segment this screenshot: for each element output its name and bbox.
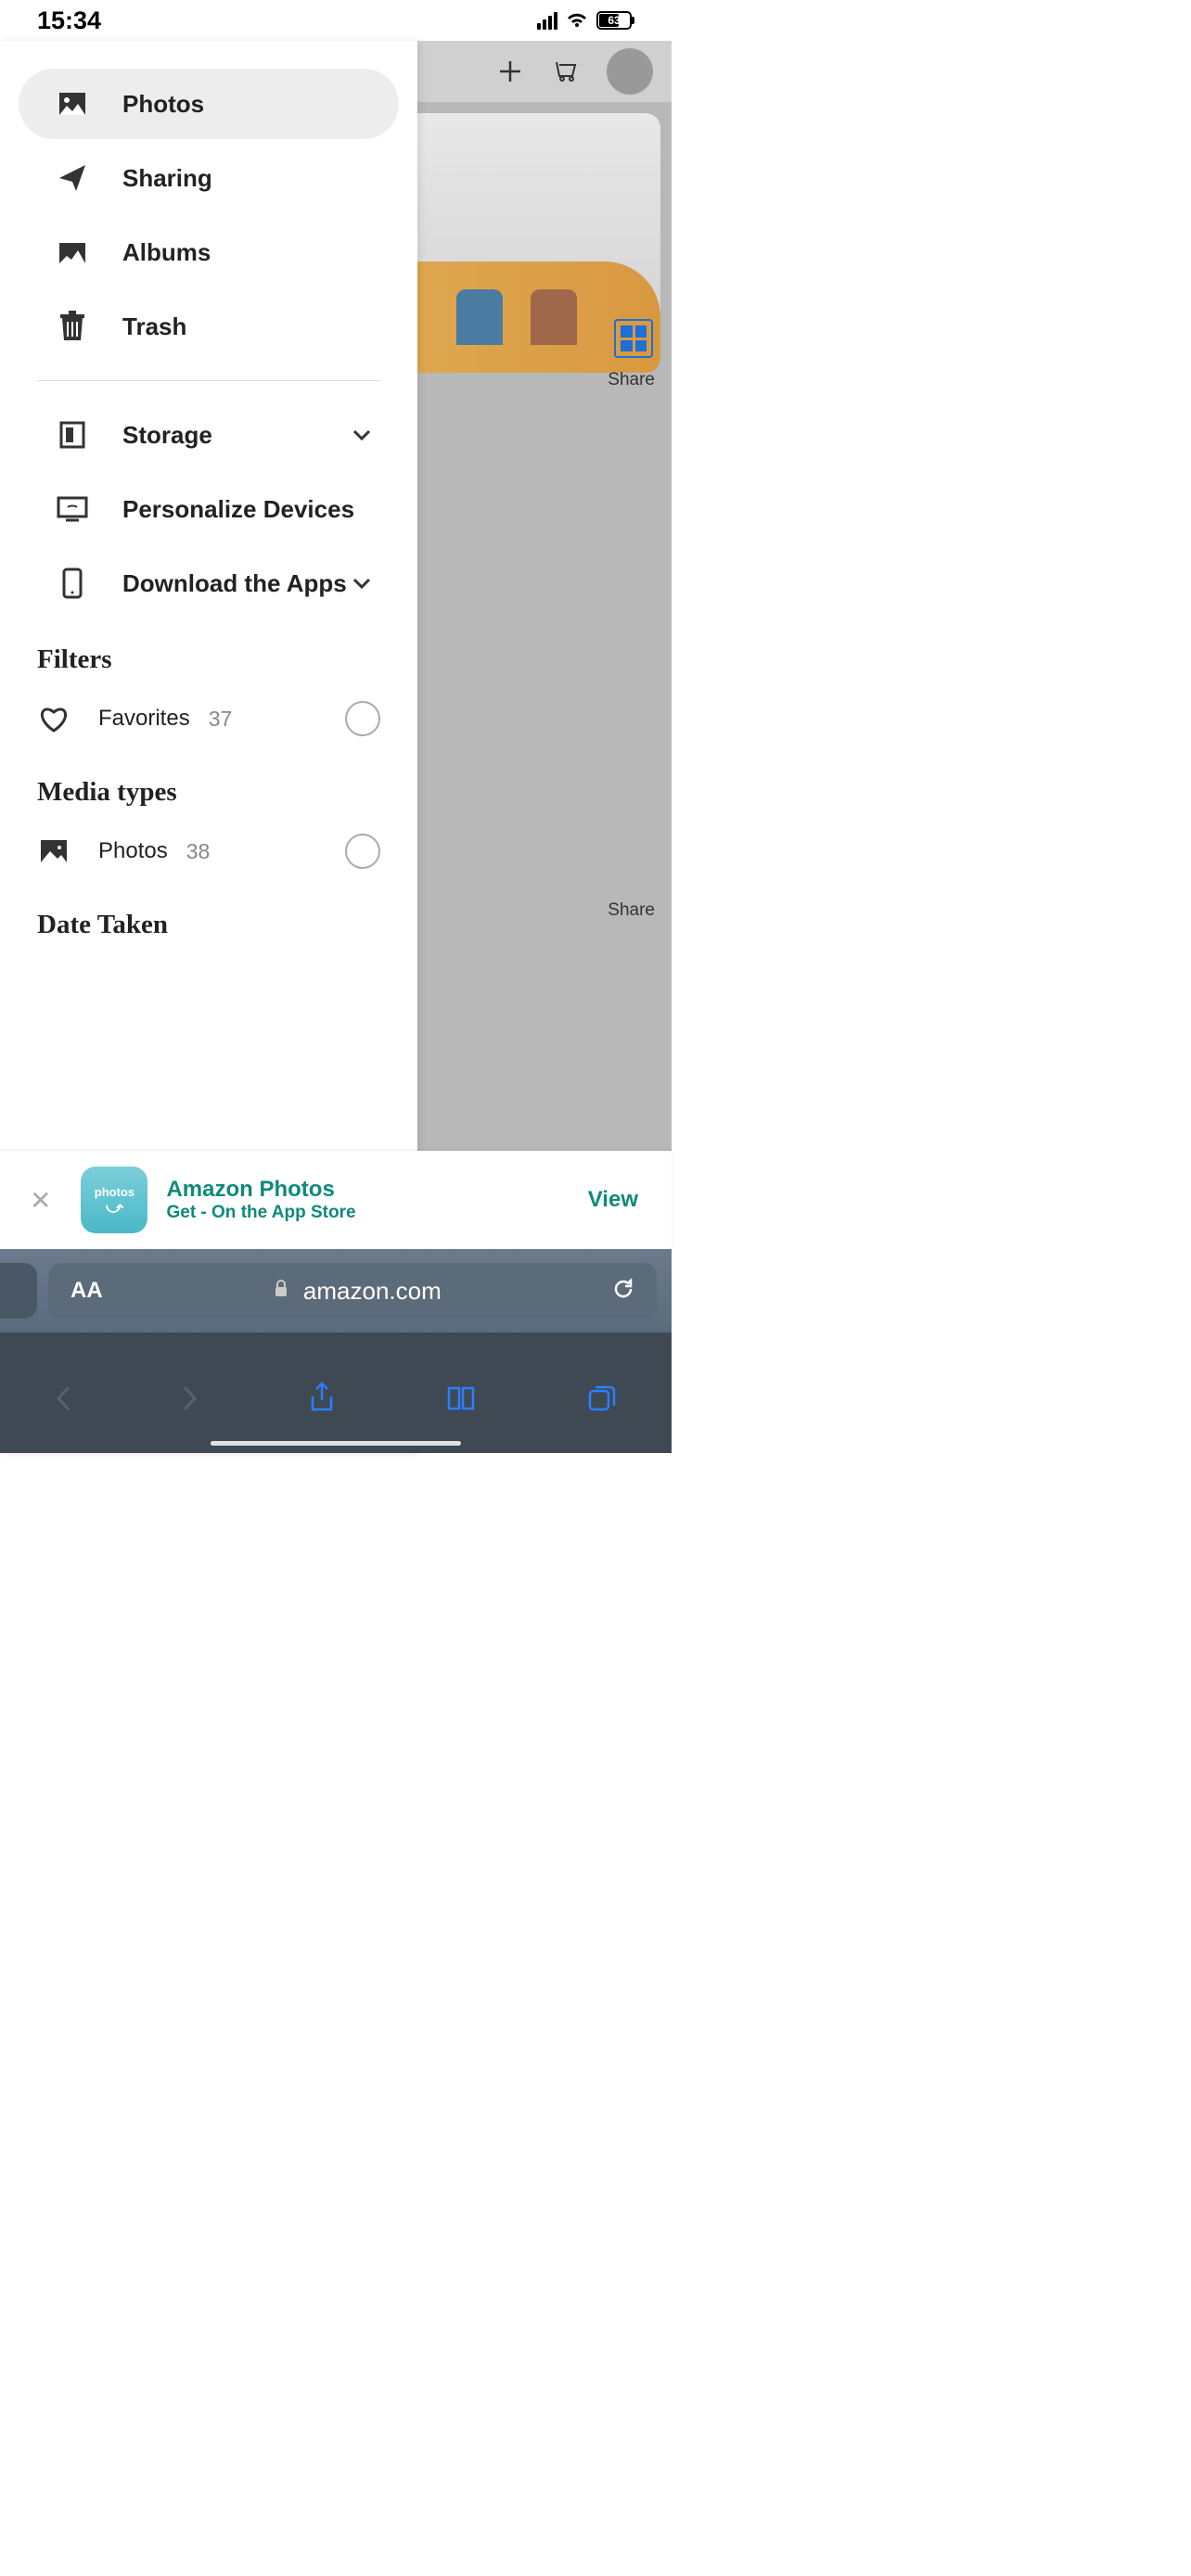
bg-share-label: Share: [608, 370, 655, 390]
plus-icon: [497, 58, 523, 84]
monitor-icon: [56, 492, 89, 526]
radio-unchecked[interactable]: [345, 834, 380, 869]
sidebar-label: Trash: [122, 312, 371, 341]
app-banner: ✕ photos ⤻ Amazon Photos Get - On the Ap…: [0, 1151, 672, 1249]
filter-label: Photos: [98, 838, 168, 864]
send-icon: [56, 161, 89, 195]
sidebar-item-storage[interactable]: Storage: [19, 400, 399, 470]
filters-heading: Filters: [0, 622, 417, 682]
chevron-down-icon: [352, 573, 371, 594]
status-bar: 15:34 63: [0, 0, 672, 41]
sidebar-item-sharing[interactable]: Sharing: [19, 143, 399, 213]
bg-share-label-2: Share: [608, 900, 655, 921]
cellular-signal-icon: [537, 12, 557, 30]
date-taken-heading: Date Taken: [0, 887, 417, 948]
status-time: 15:34: [37, 6, 101, 35]
trash-icon: [56, 310, 89, 343]
filter-label: Favorites: [98, 706, 190, 732]
sidebar-item-download[interactable]: Download the Apps: [19, 548, 399, 618]
back-icon[interactable]: [55, 1384, 71, 1417]
sidebar-label: Download the Apps: [122, 569, 352, 598]
lock-icon: [274, 1280, 288, 1303]
safari-toolbar: [0, 1333, 672, 1453]
sidebar-item-photos[interactable]: Photos: [19, 69, 399, 139]
sidebar-label: Personalize Devices: [122, 495, 371, 524]
close-icon[interactable]: ✕: [19, 1185, 62, 1216]
chevron-down-icon: [352, 425, 371, 446]
bookmarks-icon[interactable]: [445, 1384, 477, 1417]
media-types-heading: Media types: [0, 755, 417, 815]
prev-tab-edge[interactable]: [0, 1263, 37, 1319]
share-icon[interactable]: [309, 1382, 335, 1420]
divider: [37, 380, 380, 381]
sidebar-item-personalize[interactable]: Personalize Devices: [19, 474, 399, 544]
banner-title: Amazon Photos: [166, 1177, 572, 1203]
status-icons: 63: [537, 11, 634, 30]
radio-unchecked[interactable]: [345, 701, 380, 736]
filter-count: 37: [209, 707, 345, 732]
wifi-icon: [565, 11, 589, 30]
forward-icon[interactable]: [182, 1384, 198, 1417]
home-indicator[interactable]: [211, 1441, 461, 1446]
sidebar-item-albums[interactable]: Albums: [19, 217, 399, 287]
url-bar: AA amazon.com: [0, 1249, 672, 1333]
filter-count: 38: [186, 839, 345, 864]
sidebar-item-trash[interactable]: Trash: [19, 291, 399, 362]
sidebar-label: Sharing: [122, 164, 371, 193]
photo-icon: [37, 835, 70, 868]
sidebar-label: Albums: [122, 238, 371, 267]
battery-icon: 63: [596, 11, 634, 30]
reader-aa-icon[interactable]: AA: [70, 1278, 103, 1304]
filter-favorites[interactable]: Favorites 37: [0, 682, 417, 755]
sidebar-label: Photos: [122, 90, 371, 119]
sidebar-label: Storage: [122, 421, 352, 450]
storage-icon: [56, 418, 89, 452]
url-field[interactable]: AA amazon.com: [48, 1263, 657, 1319]
url-domain: amazon.com: [303, 1277, 442, 1306]
cart-icon: [551, 57, 579, 85]
filter-photos[interactable]: Photos 38: [0, 815, 417, 887]
phone-icon: [56, 567, 89, 600]
banner-text: Amazon Photos Get - On the App Store: [166, 1177, 572, 1223]
tabs-icon[interactable]: [587, 1384, 617, 1418]
album-icon: [56, 236, 89, 269]
view-button[interactable]: View: [573, 1187, 653, 1213]
avatar-icon: [607, 48, 653, 95]
banner-subtitle: Get - On the App Store: [166, 1203, 572, 1223]
heart-icon: [37, 702, 70, 735]
app-icon: photos ⤻: [81, 1167, 147, 1233]
reload-icon[interactable]: [612, 1278, 634, 1305]
photo-icon: [56, 87, 89, 121]
grid-view-icon: [614, 319, 653, 358]
